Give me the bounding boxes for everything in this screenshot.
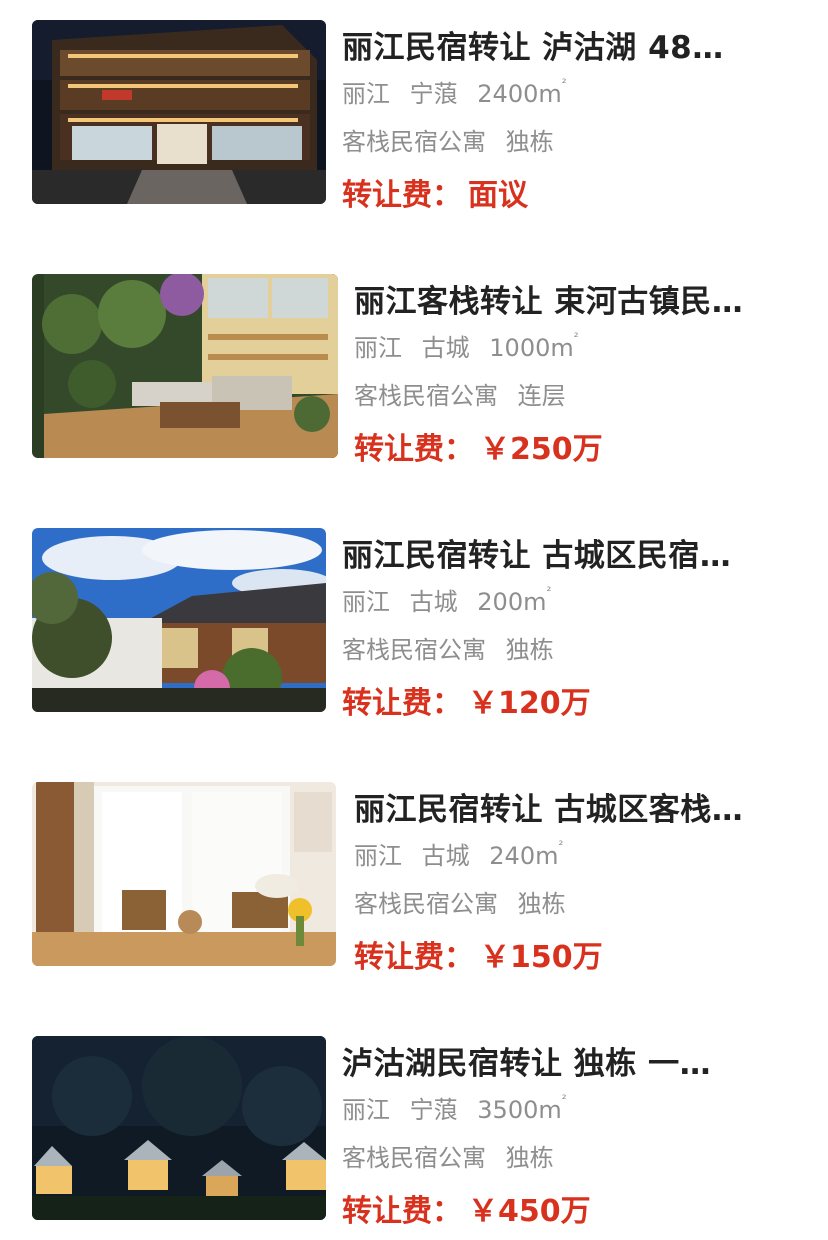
listing-tags: 客栈民宿公寓 独栋 (342, 122, 566, 157)
listing-district: 宁蒗 (409, 80, 458, 108)
listing-category: 客栈民宿公寓 (342, 128, 486, 156)
price-label: 转让费： (342, 686, 462, 721)
listing-district: 宁蒗 (409, 1096, 458, 1124)
price-label: 转让费： (342, 1194, 462, 1229)
listing-title[interactable]: 丽江民宿转让 古城区客栈… (354, 784, 784, 829)
price-value: ￥450万 (468, 1194, 591, 1229)
listing-tags: 客栈民宿公寓 连层 (354, 376, 578, 411)
listing-card[interactable]: 丽江客栈转让 束河古镇民… 丽江 古城 1000m² 客栈民宿公寓 连层 转让费… (0, 274, 828, 474)
listing-tags: 客栈民宿公寓 独栋 (342, 1138, 566, 1173)
listing-category: 客栈民宿公寓 (354, 382, 498, 410)
listing-price: 转让费： ￥150万 (354, 932, 603, 976)
listing-info: 丽江民宿转让 泸沽湖 48… 丽江 宁蒗 2400m² 客栈民宿公寓 独栋 转让… (342, 20, 772, 213)
price-value: 面议 (468, 178, 528, 213)
listing-area: 3500m² (477, 1092, 567, 1124)
listing-card[interactable]: 丽江民宿转让 泸沽湖 48… 丽江 宁蒗 2400m² 客栈民宿公寓 独栋 转让… (0, 20, 828, 220)
listing-photo[interactable] (32, 782, 336, 966)
listing-city: 丽江 (342, 80, 390, 108)
listing-price: 转让费： ￥120万 (342, 678, 591, 722)
listing-location: 丽江 宁蒗 2400m² (342, 74, 579, 109)
listing-location: 丽江 古城 240m² (354, 836, 575, 871)
listing-price: 转让费： ￥450万 (342, 1186, 591, 1230)
listing-info: 丽江民宿转让 古城区客栈… 丽江 古城 240m² 客栈民宿公寓 独栋 转让费：… (354, 782, 784, 975)
listing-card[interactable]: 丽江民宿转让 古城区客栈… 丽江 古城 240m² 客栈民宿公寓 独栋 转让费：… (0, 782, 828, 982)
listing-list: 丽江民宿转让 泸沽湖 48… 丽江 宁蒗 2400m² 客栈民宿公寓 独栋 转让… (0, 0, 828, 1240)
listing-category: 客栈民宿公寓 (342, 636, 486, 664)
listing-photo[interactable] (32, 1036, 326, 1220)
listing-info: 丽江客栈转让 束河古镇民… 丽江 古城 1000m² 客栈民宿公寓 连层 转让费… (354, 274, 784, 467)
listing-city: 丽江 (354, 334, 402, 362)
listing-area: 240m² (489, 838, 564, 870)
listing-district: 古城 (421, 842, 470, 870)
listing-title[interactable]: 丽江客栈转让 束河古镇民… (354, 276, 784, 321)
listing-city: 丽江 (354, 842, 402, 870)
price-value: ￥250万 (480, 432, 603, 467)
listing-district: 古城 (421, 334, 470, 362)
listing-area: 2400m² (477, 76, 567, 108)
price-label: 转让费： (354, 432, 474, 467)
listing-card[interactable]: 丽江民宿转让 古城区民宿… 丽江 古城 200m² 客栈民宿公寓 独栋 转让费：… (0, 528, 828, 728)
listing-location: 丽江 古城 200m² (342, 582, 563, 617)
listing-building-type: 独栋 (505, 128, 554, 156)
listing-card[interactable]: 泸沽湖民宿转让 独栋 一… 丽江 宁蒗 3500m² 客栈民宿公寓 独栋 转让费… (0, 1036, 828, 1236)
listing-price: 转让费： ￥250万 (354, 424, 603, 468)
listing-building-type: 连层 (517, 382, 566, 410)
listing-district: 古城 (409, 588, 458, 616)
listing-title[interactable]: 丽江民宿转让 泸沽湖 48… (342, 22, 772, 67)
listing-building-type: 独栋 (505, 636, 554, 664)
listing-info: 泸沽湖民宿转让 独栋 一… 丽江 宁蒗 3500m² 客栈民宿公寓 独栋 转让费… (342, 1036, 772, 1229)
price-value: ￥150万 (480, 940, 603, 975)
listing-photo[interactable] (32, 528, 326, 712)
listing-area: 200m² (477, 584, 552, 616)
listing-title[interactable]: 丽江民宿转让 古城区民宿… (342, 530, 772, 575)
listing-tags: 客栈民宿公寓 独栋 (342, 630, 566, 665)
listing-building-type: 独栋 (505, 1144, 554, 1172)
listing-location: 丽江 古城 1000m² (354, 328, 591, 363)
listing-title[interactable]: 泸沽湖民宿转让 独栋 一… (342, 1038, 772, 1083)
listing-city: 丽江 (342, 588, 390, 616)
listing-photo[interactable] (32, 20, 326, 204)
listing-location: 丽江 宁蒗 3500m² (342, 1090, 579, 1125)
price-value: ￥120万 (468, 686, 591, 721)
price-label: 转让费： (354, 940, 474, 975)
listing-photo[interactable] (32, 274, 338, 458)
listing-city: 丽江 (342, 1096, 390, 1124)
listing-building-type: 独栋 (517, 890, 566, 918)
listing-tags: 客栈民宿公寓 独栋 (354, 884, 578, 919)
listing-price: 转让费： 面议 (342, 170, 528, 214)
listing-area: 1000m² (489, 330, 579, 362)
price-label: 转让费： (342, 178, 462, 213)
listing-category: 客栈民宿公寓 (354, 890, 498, 918)
listing-info: 丽江民宿转让 古城区民宿… 丽江 古城 200m² 客栈民宿公寓 独栋 转让费：… (342, 528, 772, 721)
listing-category: 客栈民宿公寓 (342, 1144, 486, 1172)
